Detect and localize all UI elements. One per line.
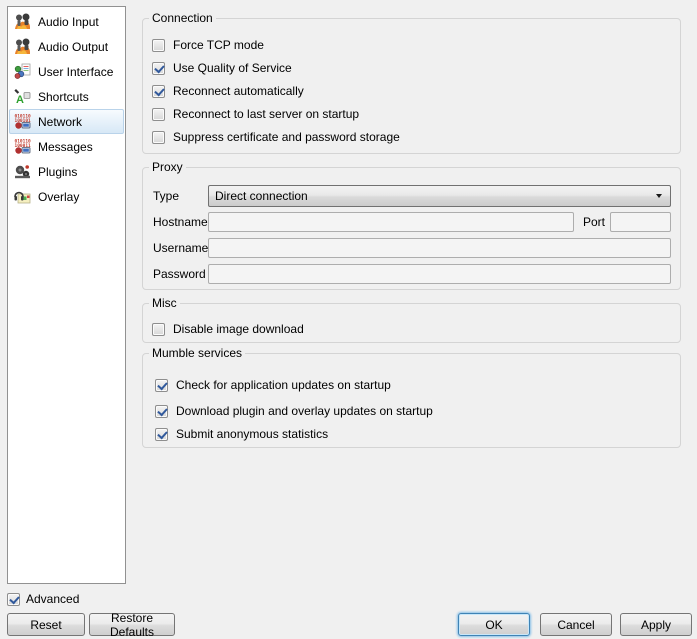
proxy-hostname-input[interactable] [208, 212, 574, 232]
overlay-icon [14, 188, 31, 205]
advanced-label: Advanced [26, 592, 79, 606]
suppress-storage-checkbox[interactable] [152, 131, 165, 144]
proxy-username-label: Username [153, 238, 208, 258]
proxy-hostname-label: Hostname [153, 212, 208, 232]
checkbox-row-reconnect-last-server[interactable]: Reconnect to last server on startup [152, 106, 359, 122]
sidebar-item-network[interactable]: 010110 100101 Network [9, 109, 124, 134]
submit-statistics-checkbox[interactable] [155, 428, 168, 441]
sidebar-item-overlay[interactable]: Overlay [9, 184, 124, 209]
proxy-password-label: Password [153, 264, 206, 284]
connection-group: Connection Force TCP mode Use Quality of… [142, 18, 681, 154]
sidebar-item-messages[interactable]: 010110 100011 Messages [9, 134, 124, 159]
checkbox-row-qos[interactable]: Use Quality of Service [152, 60, 292, 76]
reconnect-checkbox[interactable] [152, 85, 165, 98]
checkbox-label: Reconnect automatically [173, 84, 304, 98]
sidebar-item-plugins[interactable]: Plugins [9, 159, 124, 184]
ok-button[interactable]: OK [458, 613, 530, 636]
proxy-port-label: Port [583, 212, 605, 232]
checkbox-label: Submit anonymous statistics [176, 427, 328, 441]
advanced-checkbox-row[interactable]: Advanced [7, 591, 79, 607]
cancel-button[interactable]: Cancel [540, 613, 612, 636]
proxy-username-input[interactable] [208, 238, 671, 258]
checkbox-label: Use Quality of Service [173, 61, 292, 75]
user-interface-icon [14, 63, 31, 80]
sidebar-item-shortcuts[interactable]: A Shortcuts [9, 84, 124, 109]
checkbox-label: Check for application updates on startup [176, 378, 391, 392]
checkbox-row-download-plugin-updates[interactable]: Download plugin and overlay updates on s… [155, 403, 433, 419]
misc-group-title: Misc [149, 296, 180, 311]
checkbox-label: Suppress certificate and password storag… [173, 130, 400, 144]
messages-icon: 010110 100011 [14, 138, 31, 155]
checkbox-row-reconnect[interactable]: Reconnect automatically [152, 83, 304, 99]
checkbox-row-disable-image-download[interactable]: Disable image download [152, 321, 304, 337]
check-updates-checkbox[interactable] [155, 379, 168, 392]
sidebar-item-label: Audio Input [38, 15, 99, 29]
mumble-services-group: Mumble services Check for application up… [142, 353, 681, 448]
checkbox-row-suppress-storage[interactable]: Suppress certificate and password storag… [152, 129, 400, 145]
sidebar-item-audio-output[interactable]: Audio Output [9, 34, 124, 59]
sidebar-item-user-interface[interactable]: User Interface [9, 59, 124, 84]
audio-output-icon [14, 38, 31, 55]
checkbox-row-force-tcp[interactable]: Force TCP mode [152, 37, 264, 53]
proxy-port-input[interactable] [610, 212, 671, 232]
proxy-password-input[interactable] [208, 264, 671, 284]
sidebar-item-label: Overlay [38, 190, 79, 204]
restore-defaults-button[interactable]: Restore Defaults [89, 613, 175, 636]
sidebar-item-label: Network [38, 115, 82, 129]
misc-group: Misc Disable image download [142, 303, 681, 343]
reset-button[interactable]: Reset [7, 613, 85, 636]
checkbox-label: Reconnect to last server on startup [173, 107, 359, 121]
network-icon: 010110 100101 [14, 113, 31, 130]
svg-text:A: A [16, 94, 24, 105]
sidebar-item-audio-input[interactable]: Audio Input [9, 9, 124, 34]
checkbox-row-submit-statistics[interactable]: Submit anonymous statistics [155, 426, 328, 442]
reconnect-last-server-checkbox[interactable] [152, 108, 165, 121]
proxy-group-title: Proxy [149, 160, 186, 175]
sidebar-item-label: User Interface [38, 65, 113, 79]
sidebar-item-label: Audio Output [38, 40, 108, 54]
shortcuts-icon: A [14, 88, 31, 105]
proxy-type-value: Direct connection [215, 189, 656, 203]
plugins-icon [14, 163, 31, 180]
checkbox-row-check-updates[interactable]: Check for application updates on startup [155, 377, 391, 393]
checkbox-label: Force TCP mode [173, 38, 264, 52]
advanced-checkbox[interactable] [7, 593, 20, 606]
sidebar-item-label: Messages [38, 140, 93, 154]
force-tcp-checkbox[interactable] [152, 39, 165, 52]
mumble-services-group-title: Mumble services [149, 346, 245, 361]
download-plugin-updates-checkbox[interactable] [155, 405, 168, 418]
sidebar-item-label: Shortcuts [38, 90, 89, 104]
checkbox-label: Download plugin and overlay updates on s… [176, 404, 433, 418]
disable-image-download-checkbox[interactable] [152, 323, 165, 336]
proxy-type-label: Type [153, 185, 179, 207]
sidebar-item-label: Plugins [38, 165, 77, 179]
checkbox-label: Disable image download [173, 322, 304, 336]
audio-input-icon [14, 13, 31, 30]
proxy-type-select[interactable]: Direct connection [208, 185, 671, 207]
apply-button[interactable]: Apply [620, 613, 692, 636]
proxy-group: Proxy Type Direct connection Hostname Po… [142, 167, 681, 290]
connection-group-title: Connection [149, 11, 216, 26]
settings-category-list: Audio Input Audio Output User Interface [7, 6, 126, 584]
qos-checkbox[interactable] [152, 62, 165, 75]
chevron-down-icon [656, 194, 662, 198]
